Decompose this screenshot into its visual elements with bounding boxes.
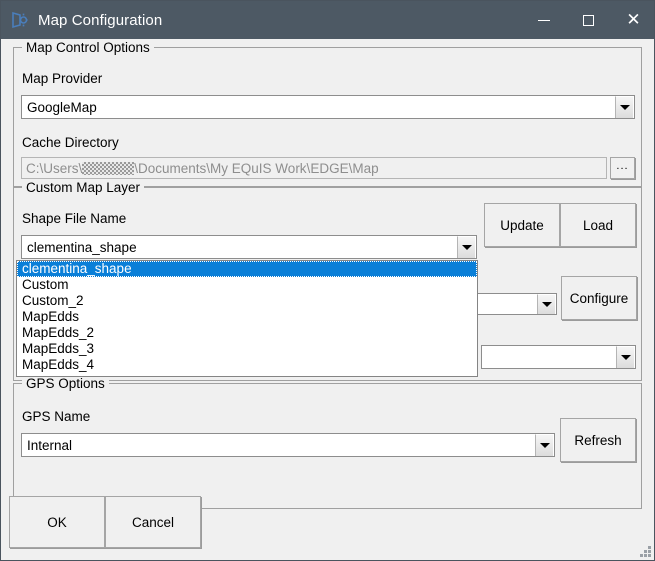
shape-file-name-combo[interactable]: clementina_shape (21, 235, 477, 259)
window-title: Map Configuration (38, 11, 163, 29)
map-configuration-icon (11, 11, 29, 29)
close-icon: ✕ (626, 9, 641, 30)
gps-name-label: GPS Name (22, 409, 91, 424)
minimize-button[interactable] (521, 1, 566, 39)
custom-map-layer-combo-2[interactable] (481, 345, 636, 369)
chevron-down-icon[interactable] (616, 346, 634, 368)
window-controls: ✕ (521, 1, 654, 39)
minimize-icon (537, 19, 550, 21)
shape-file-name-label: Shape File Name (22, 211, 127, 226)
custom-map-layer-legend: Custom Map Layer (22, 180, 145, 195)
cache-directory-prefix: C:\Users\ (26, 160, 83, 176)
update-button[interactable]: Update (484, 203, 560, 247)
gps-name-value: Internal (27, 437, 73, 453)
shape-file-name-value: clementina_shape (27, 239, 137, 255)
list-item[interactable]: clementina_shape (17, 261, 477, 277)
configure-button[interactable]: Configure (561, 276, 637, 320)
close-button[interactable]: ✕ (611, 1, 654, 39)
map-provider-value: GoogleMap (27, 99, 97, 115)
chevron-down-icon[interactable] (535, 434, 553, 456)
list-item[interactable]: MapEdds_2 (17, 325, 477, 341)
ok-button[interactable]: OK (9, 496, 105, 548)
shape-file-name-dropdown-list[interactable]: clementina_shape Custom Custom_2 MapEdds… (16, 260, 478, 377)
cache-directory-label: Cache Directory (22, 135, 119, 150)
cache-directory-field: C:\Users\ \Documents\My EQuIS Work\EDGE\M… (21, 157, 607, 179)
load-button[interactable]: Load (560, 203, 636, 247)
cancel-button[interactable]: Cancel (105, 496, 201, 548)
map-configuration-window: Map Configuration ✕ Map Control Options … (0, 0, 655, 561)
gps-name-combo[interactable]: Internal (21, 433, 555, 457)
cache-directory-suffix: \Documents\My EQuIS Work\EDGE\Map (134, 160, 379, 176)
map-provider-combo[interactable]: GoogleMap (21, 95, 635, 119)
title-bar[interactable]: Map Configuration ✕ (1, 1, 654, 39)
refresh-button[interactable]: Refresh (560, 418, 636, 462)
redacted-username (82, 161, 135, 175)
resize-grip[interactable] (637, 543, 651, 557)
chevron-down-icon[interactable] (457, 236, 475, 258)
maximize-icon (583, 14, 594, 26)
map-control-options-legend: Map Control Options (22, 40, 154, 55)
list-item[interactable]: MapEdds_4 (17, 357, 477, 373)
dialog-client-area: Map Control Options Map Provider GoogleM… (1, 39, 654, 560)
list-item[interactable]: Custom_2 (17, 293, 477, 309)
list-item[interactable]: Custom (17, 277, 477, 293)
map-provider-label: Map Provider (22, 71, 103, 86)
chevron-down-icon[interactable] (537, 294, 555, 314)
chevron-down-icon[interactable] (615, 96, 633, 118)
list-item[interactable]: MapEdds_3 (17, 341, 477, 357)
maximize-button[interactable] (566, 1, 611, 39)
list-item[interactable]: MapEdds (17, 309, 477, 325)
cache-directory-browse-button[interactable]: ... (610, 157, 635, 179)
gps-options-legend: GPS Options (22, 376, 109, 391)
